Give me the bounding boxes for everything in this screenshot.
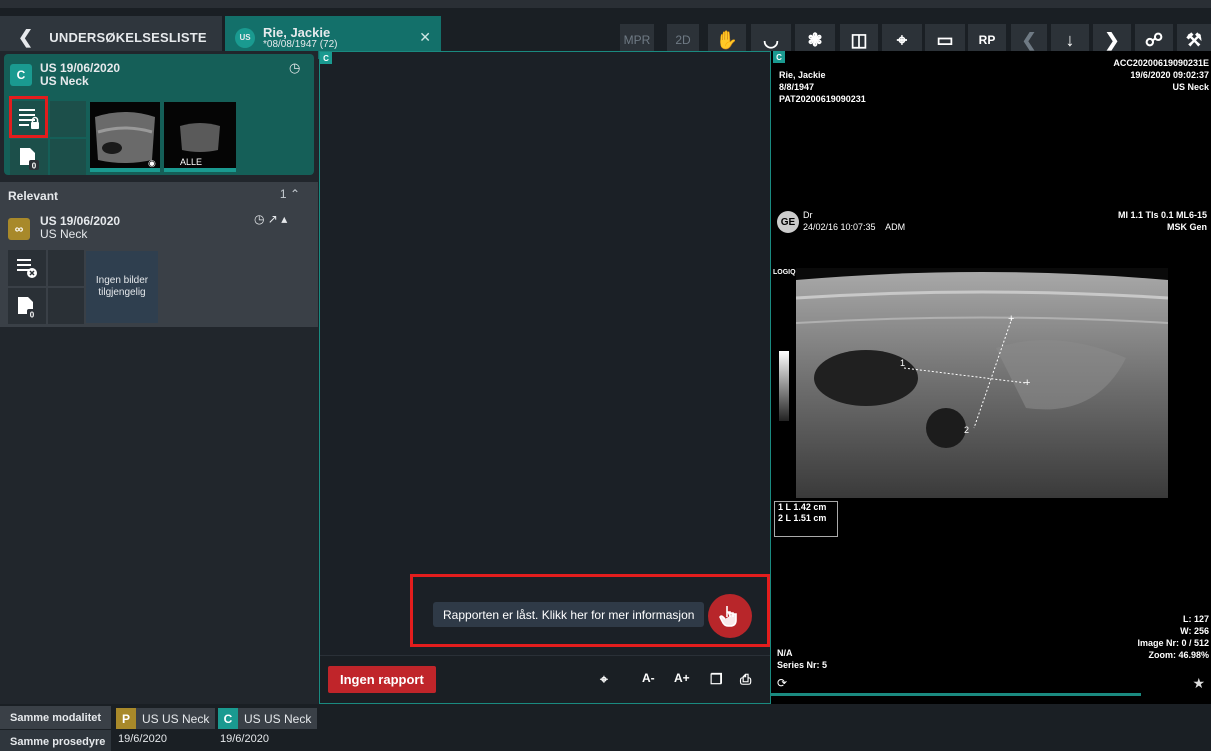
prior-label-p: US US Neck <box>142 711 210 726</box>
svg-text:0: 0 <box>32 162 37 171</box>
relevant-study-date: US 19/06/2020 <box>40 214 121 228</box>
svg-text:+: + <box>1024 377 1030 389</box>
relevant-section: Relevant 1 ⌃ ∞ US 19/06/2020 US Neck ◷ ↗… <box>0 182 318 327</box>
font-smaller-button[interactable]: A- <box>642 671 655 685</box>
sync-icon[interactable]: ⟳ <box>777 676 787 690</box>
back-button-label: UNDERSØKELSESLISTE <box>49 30 207 45</box>
svg-text:0: 0 <box>30 311 35 320</box>
link-badge-icon: ∞ <box>8 218 30 240</box>
relevant-study-title[interactable]: US 19/06/2020 US Neck <box>40 215 120 241</box>
measurement-2: 2 L 1.51 cm <box>778 513 827 523</box>
report-highlight-box <box>9 96 48 138</box>
svg-text:2: 2 <box>964 425 969 435</box>
relevant-header: Relevant <box>8 189 59 203</box>
prior-date-c: 19/6/2020 <box>220 733 269 745</box>
grayscale-bar <box>779 351 789 421</box>
current-study-date: US 19/06/2020 <box>40 61 121 75</box>
patient-name: Rie, Jackie <box>263 24 331 40</box>
viewport-progress-bar <box>771 693 1141 696</box>
svg-text:1: 1 <box>900 358 905 368</box>
ge-logo-icon: GE <box>777 211 799 233</box>
relevant-count[interactable]: 1 ⌃ <box>280 187 300 201</box>
overlay-header: Dr 24/02/16 10:07:35 ADM <box>803 210 906 232</box>
modality-badge: US <box>235 27 255 48</box>
locked-report-message[interactable]: Rapporten er låst. Klikk her for mer inf… <box>433 602 705 627</box>
no-report-icon[interactable] <box>8 250 46 286</box>
current-study-title: US 19/06/2020 US Neck <box>40 62 120 88</box>
image-viewport[interactable]: C Rie, Jackie 8/8/1947 PAT20200619090231… <box>771 51 1211 704</box>
series-thumbnail-all[interactable]: ALLE <box>164 102 236 172</box>
relevant-actions-icons[interactable]: ◷ ↗ ▴ <box>254 212 287 226</box>
print-icon[interactable]: ⎙ <box>740 671 751 688</box>
report-toolbar: Ingen rapport ⌖ A- A+ ❐ ⎙ <box>320 655 770 703</box>
attachments-icon[interactable]: 0 <box>10 139 48 175</box>
empty-slot <box>50 101 86 137</box>
relevant-attachments-icon[interactable]: 0 <box>8 288 46 324</box>
viewport-tag: C <box>773 51 785 63</box>
copy-icon[interactable]: ❐ <box>710 671 723 688</box>
current-study-card[interactable]: C US 19/06/2020 US Neck ◷ 0 ◉ ALLE <box>4 54 314 175</box>
overlay-params: MI 1.1 TIs 0.1 ML6-15 MSK Gen <box>1117 210 1207 232</box>
expand-icon[interactable]: ⌖ <box>600 671 608 688</box>
series-label-all: ALLE <box>180 157 203 167</box>
empty-slot <box>48 288 84 324</box>
empty-slot <box>50 139 86 175</box>
empty-slot <box>48 250 84 286</box>
ultrasound-image[interactable]: 1 2 + + <box>796 268 1168 498</box>
prior-badge-p: P <box>116 708 136 729</box>
no-images-placeholder: Ingen bilder tilgjengelig <box>86 251 158 323</box>
svg-text:◉: ◉ <box>148 158 156 168</box>
no-report-button[interactable]: Ingen rapport <box>328 666 436 693</box>
prior-badge-c: C <box>218 708 238 729</box>
star-icon[interactable]: ★ <box>1192 675 1205 692</box>
same-modality-tab[interactable]: Samme modalitet <box>0 706 111 729</box>
history-clock-icon[interactable]: ◷ <box>289 60 300 76</box>
svg-text:+: + <box>1008 313 1014 325</box>
relevant-study-desc: US Neck <box>40 227 88 241</box>
series-info: N/A Series Nr: 5 <box>777 648 828 670</box>
prior-study-p[interactable]: P US US Neck <box>116 708 216 729</box>
current-study-desc: US Neck <box>40 74 89 88</box>
viewport-patient-info: Rie, Jackie 8/8/1947 PAT20200619090231 <box>779 70 866 104</box>
patient-dob: *08/08/1947 (72) <box>263 38 338 50</box>
top-bar: ❮ UNDERSØKELSESLISTE US Rie, Jackie *08/… <box>0 0 1211 59</box>
prior-date-p: 19/6/2020 <box>118 733 167 745</box>
series-thumbnail-1[interactable]: ◉ <box>90 102 160 172</box>
font-larger-button[interactable]: A+ <box>674 671 690 685</box>
chevron-left-icon: ❮ <box>18 27 34 47</box>
measurements-box: 1 L 1.42 cm 2 L 1.51 cm <box>774 501 838 537</box>
same-procedure-tab[interactable]: Samme prosedyre <box>0 730 111 751</box>
prior-label-c: US US Neck <box>244 711 312 726</box>
measurement-1: 1 L 1.42 cm <box>778 502 827 512</box>
bottom-strip: Samme modalitet Samme prosedyre P US US … <box>0 704 1211 751</box>
close-tab-icon[interactable]: ✕ <box>419 29 431 46</box>
current-badge: C <box>10 64 32 86</box>
hand-pointer-icon[interactable] <box>708 594 752 638</box>
current-tag: C <box>320 52 332 64</box>
prior-study-c[interactable]: C US US Neck <box>218 708 318 729</box>
window-level-info: L: 127 W: 256 Image Nr: 0 / 512 Zoom: 46… <box>1137 614 1209 660</box>
viewport-study-info: ACC20200619090231E 19/6/2020 09:02:37 US… <box>1113 58 1209 92</box>
study-list-panel: C US 19/06/2020 US Neck ◷ 0 ◉ ALLE Relev… <box>0 51 318 704</box>
